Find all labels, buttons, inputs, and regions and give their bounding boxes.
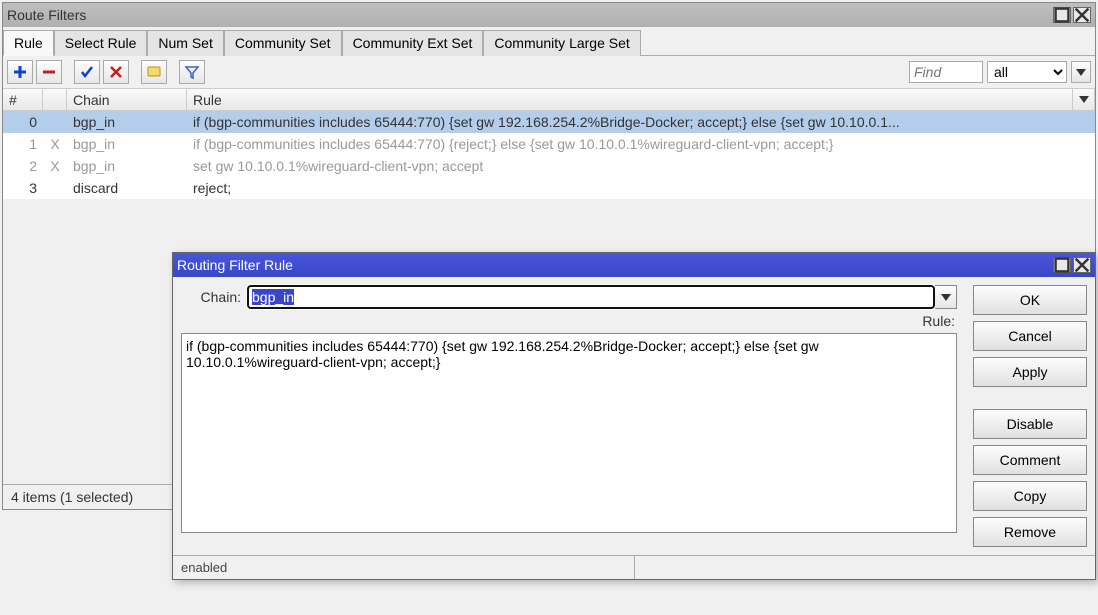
toolbar: all [3,56,1095,89]
apply-button[interactable]: Apply [973,357,1087,387]
chevron-down-icon [1076,69,1086,76]
disable-icon [108,64,124,80]
filter-scope-arrow[interactable] [1071,61,1091,83]
dialog-close-button[interactable] [1073,257,1091,273]
tab-bar: Rule Select Rule Num Set Community Set C… [3,27,1095,56]
add-button[interactable] [7,60,33,84]
tab-select-rule[interactable]: Select Rule [54,30,148,56]
comment-button[interactable]: Comment [973,445,1087,475]
status-text: 4 items (1 selected) [11,489,133,505]
filter-button[interactable] [179,60,205,84]
enable-icon [79,64,95,80]
table-row[interactable]: 1Xbgp_inif (bgp-communities includes 654… [3,133,1095,155]
main-titlebar: Route Filters [3,3,1095,27]
col-index[interactable]: # [3,89,43,110]
tab-community-set[interactable]: Community Set [224,30,342,56]
rules-table: # Chain Rule 0bgp_inif (bgp-communities … [3,89,1095,199]
row-index: 1 [3,136,43,152]
disable-button[interactable] [103,60,129,84]
col-chain[interactable]: Chain [67,89,187,110]
dialog-button-column: OK Cancel Apply Disable Comment Copy Rem… [965,277,1095,555]
row-chain: bgp_in [67,158,187,174]
dialog-titlebar: Routing Filter Rule [173,253,1095,277]
row-chain: bgp_in [67,114,187,130]
chain-label: Chain: [181,289,241,305]
row-index: 3 [3,180,43,196]
col-rule[interactable]: Rule [187,89,1073,110]
dialog-status-right [635,556,1096,579]
col-flag[interactable] [43,89,67,110]
row-chain: discard [67,180,187,196]
add-icon [12,64,28,80]
tab-community-ext-set[interactable]: Community Ext Set [342,30,484,56]
row-index: 2 [3,158,43,174]
routing-filter-rule-dialog: Routing Filter Rule Chain: Rule: OK Canc… [172,252,1096,580]
row-chain: bgp_in [67,136,187,152]
remove-button[interactable]: Remove [973,517,1087,547]
row-rule: reject; [187,180,1073,196]
tab-num-set[interactable]: Num Set [147,30,223,56]
copy-button[interactable]: Copy [973,481,1087,511]
enable-button[interactable] [74,60,100,84]
filter-icon [184,64,200,80]
row-rule: if (bgp-communities includes 65444:770) … [187,136,1073,152]
find-input[interactable] [909,61,983,83]
main-title: Route Filters [7,7,86,23]
cancel-button[interactable]: Cancel [973,321,1087,351]
remove-icon [41,64,57,80]
main-close-button[interactable] [1073,7,1091,23]
comment-icon [146,64,162,80]
table-row[interactable]: 0 bgp_inif (bgp-communities includes 6544… [3,111,1095,133]
remove-button[interactable] [36,60,62,84]
chevron-down-icon [1079,96,1089,103]
chain-input[interactable] [247,285,935,309]
row-rule: set gw 10.10.0.1%wireguard-client-vpn; a… [187,158,1073,174]
dialog-title: Routing Filter Rule [177,257,293,273]
chevron-down-icon [941,294,951,301]
chain-dropdown-button[interactable] [935,285,957,309]
table-header: # Chain Rule [3,89,1095,111]
tab-rule[interactable]: Rule [3,30,54,56]
dialog-body: Chain: Rule: OK Cancel Apply Disable Com… [173,277,1095,555]
row-rule: if (bgp-communities includes 65444:770) … [187,114,1073,130]
row-flag: X [43,158,67,174]
rule-textarea[interactable] [181,333,957,533]
dialog-restore-button[interactable] [1053,257,1071,273]
table-row[interactable]: 3 discardreject; [3,177,1095,199]
row-index: 0 [3,114,43,130]
dialog-status-bar: enabled [173,555,1095,579]
main-restore-button[interactable] [1053,7,1071,23]
row-flag: X [43,136,67,152]
ok-button[interactable]: OK [973,285,1087,315]
dialog-status-left: enabled [173,556,635,579]
comment-button[interactable] [141,60,167,84]
col-menu[interactable] [1073,89,1095,110]
rule-label: Rule: [922,313,955,329]
table-row[interactable]: 2Xbgp_inset gw 10.10.0.1%wireguard-clien… [3,155,1095,177]
tab-community-large-set[interactable]: Community Large Set [483,30,640,56]
filter-scope-select[interactable]: all [987,61,1067,83]
disable-button[interactable]: Disable [973,409,1087,439]
